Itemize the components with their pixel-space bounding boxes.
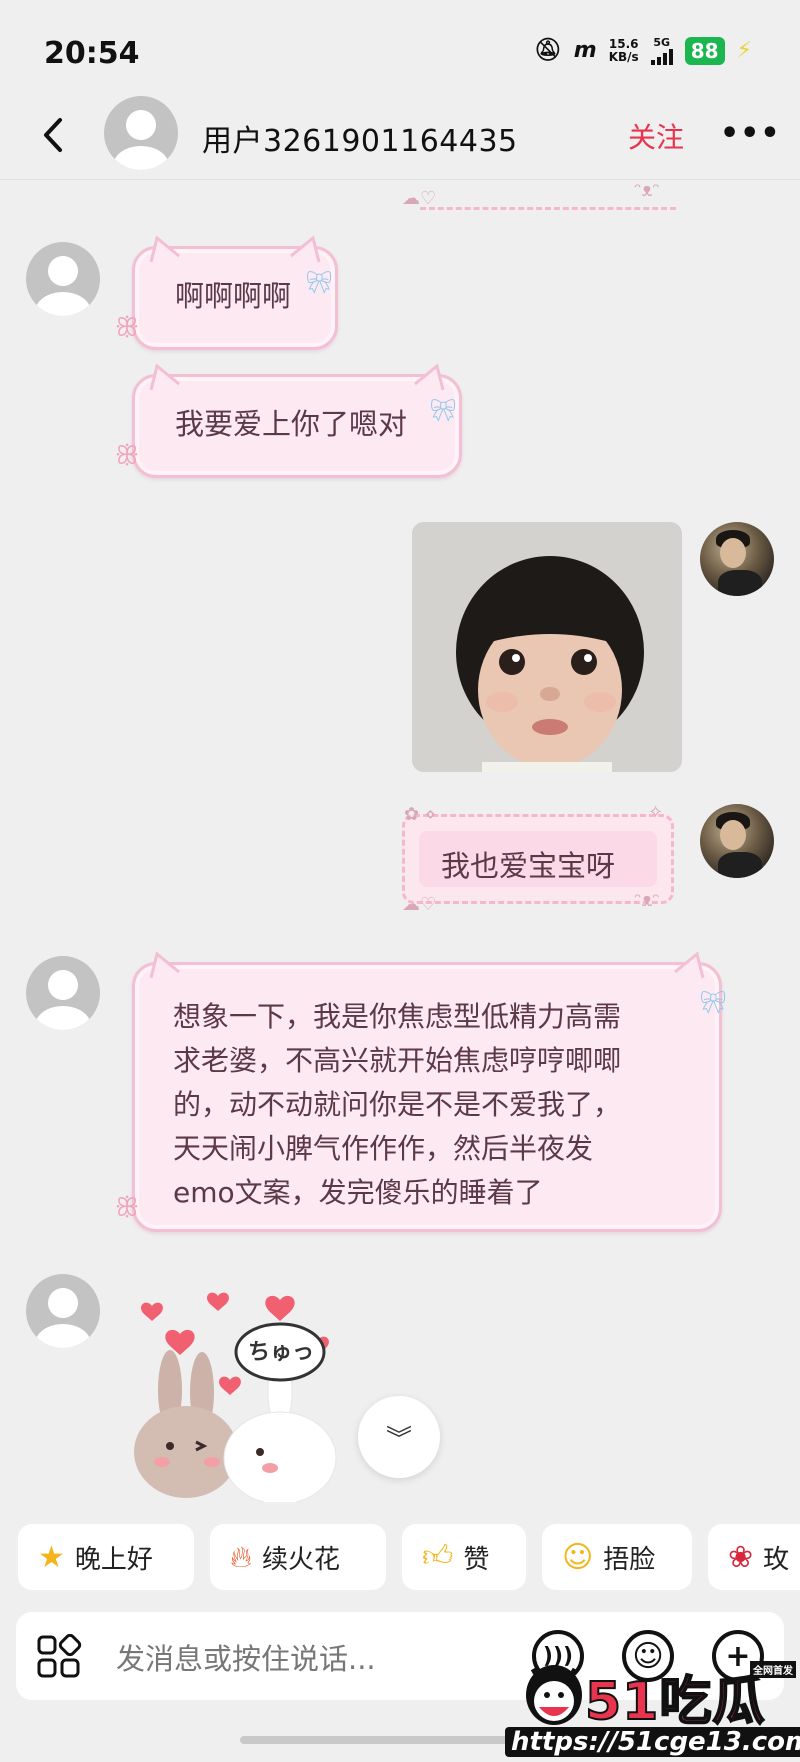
child-photo xyxy=(412,522,682,772)
apps-grid-icon[interactable] xyxy=(36,1633,82,1680)
quick-reply-chip[interactable]: ☺ 捂脸 xyxy=(542,1524,692,1590)
back-arrow-icon xyxy=(44,118,62,152)
thumbs-up-icon: 👍︎ xyxy=(422,1539,454,1574)
message-input[interactable]: 发消息或按住说话... xyxy=(116,1636,376,1678)
chat-header: 用户3261901164435 关注 ••• xyxy=(0,96,800,180)
message-text: 想象一下，我是你焦虑型低精力高需 求老婆，不高兴就开始焦虑哼哼唧唧 的，动不动就… xyxy=(173,995,621,1215)
network-type: 5G xyxy=(653,36,671,49)
sparkle-deco-icon: ✿ ⋄ xyxy=(404,804,437,825)
message-line: 求老婆，不高兴就开始焦虑哼哼唧唧 xyxy=(173,1044,622,1077)
watermark-url: https://51cge13.com xyxy=(505,1727,800,1757)
sender-avatar[interactable] xyxy=(26,1274,100,1348)
bow-deco-icon: 🎀︎ xyxy=(305,271,333,296)
quick-reply-label: 玫 xyxy=(763,1544,790,1575)
battery-icon: 88 xyxy=(684,36,725,65)
rose-icon: ❀ xyxy=(728,1539,754,1575)
back-button[interactable] xyxy=(34,110,74,160)
quick-reply-label: 续火花 xyxy=(262,1544,341,1575)
more-options-button[interactable]: ••• xyxy=(720,116,781,151)
watermark-logo: 51吃瓜 xyxy=(584,1671,766,1733)
quick-reply-chip[interactable]: ❀ 玫 xyxy=(708,1524,800,1590)
quick-reply-label: 捂脸 xyxy=(603,1544,656,1575)
ribbon-deco-icon: ꕥ xyxy=(115,1193,140,1223)
ribbon-deco-icon: ꕥ xyxy=(115,313,140,343)
sender-avatar[interactable] xyxy=(26,242,100,316)
bunny-deco-icon: ᵔᴥᵔ xyxy=(634,890,660,911)
watermelon-mascot-icon xyxy=(526,1665,582,1725)
nfc-icon: m xyxy=(573,38,597,63)
ribbon-deco-icon: ꕥ xyxy=(115,441,140,471)
status-icons: 🔕︎ m 15.6 KB/s 5G 88 ⚡︎ xyxy=(534,36,752,65)
watermark-tag: 全网首发 xyxy=(750,1661,796,1678)
scroll-to-bottom-button[interactable]: ︾ xyxy=(358,1396,440,1478)
sticker-message[interactable]: ちゅっ xyxy=(130,1282,390,1505)
sparkle-deco-icon: ✧ xyxy=(648,802,664,823)
fire-icon: 🔥︎ xyxy=(230,1539,253,1575)
quick-reply-chip[interactable]: ★ 晚上好 xyxy=(18,1524,194,1590)
quick-reply-bar: ★ 晚上好 🔥︎ 续火花 👍︎ 赞 ☺ 捂脸 ❀ 玫 xyxy=(18,1524,800,1590)
message-line: 天天闹小脾气作作作，然后半夜发 xyxy=(173,1132,594,1165)
contact-name[interactable]: 用户3261901164435 xyxy=(202,116,518,160)
bunny-kiss-sticker xyxy=(134,1292,337,1505)
mute-bell-icon: 🔕︎ xyxy=(533,38,562,63)
message-text: 啊啊啊啊 xyxy=(175,279,292,313)
cloud-deco-icon: ☁︎♡ xyxy=(402,188,437,209)
message-text: 我也爱宝宝呀 xyxy=(441,849,616,883)
star-face-icon: ★ xyxy=(38,1539,65,1575)
status-bar: 20:54 🔕︎ m 15.6 KB/s 5G 88 ⚡︎ xyxy=(0,0,800,100)
bunny-deco-icon: ᵔᴥᵔ xyxy=(634,180,660,201)
image-message[interactable] xyxy=(412,522,682,772)
quick-reply-chip[interactable]: 👍︎ 赞 xyxy=(402,1524,526,1590)
network-speed-unit: KB/s xyxy=(608,49,639,64)
contact-avatar[interactable] xyxy=(104,96,178,170)
message-bubble[interactable]: 🎀︎ ꕥ 我要爱上你了嗯对 xyxy=(115,363,462,478)
message-text: 我要爱上你了嗯对 xyxy=(175,407,408,441)
quick-reply-chip[interactable]: 🔥︎ 续火花 xyxy=(210,1524,386,1590)
sender-avatar[interactable] xyxy=(26,956,100,1030)
message-line: emo文案，发完傻乐的睡着了 xyxy=(173,1176,543,1209)
quick-reply-label: 赞 xyxy=(463,1544,490,1575)
message-bubble[interactable]: 🎀︎ ꕥ 啊啊啊啊 xyxy=(115,235,338,350)
double-chevron-down-icon: ︾ xyxy=(385,1424,412,1455)
message-line: 的，动不动就问你是不是不爱我了， xyxy=(173,1088,622,1121)
my-avatar[interactable] xyxy=(700,804,774,878)
status-time: 20:54 xyxy=(44,36,140,71)
bow-deco-icon: 🎀︎ xyxy=(699,991,727,1016)
charging-icon: ⚡︎ xyxy=(736,38,752,63)
follow-button[interactable]: 关注 xyxy=(628,116,684,156)
signal-icon: 5G xyxy=(650,36,673,65)
facepalm-icon: ☺ xyxy=(562,1539,594,1575)
network-speed-value: 15.6 xyxy=(608,36,639,51)
sticker-text: ちゅっ xyxy=(248,1340,315,1365)
message-line: 想象一下，我是你焦虑型低精力高需 xyxy=(173,1000,622,1033)
watermark: 51吃瓜 全网首发 https://51cge13.com xyxy=(505,1655,800,1762)
message-bubble[interactable]: 🎀︎ ꕥ 想象一下，我是你焦虑型低精力高需 求老婆，不高兴就开始焦虑哼哼唧唧 的… xyxy=(115,951,727,1232)
my-avatar[interactable] xyxy=(700,522,774,596)
cloud-deco-icon: ☁︎♡ xyxy=(402,894,437,915)
quick-reply-label: 晚上好 xyxy=(74,1544,153,1575)
bow-deco-icon: 🎀︎ xyxy=(429,399,457,424)
network-speed: 15.6 KB/s xyxy=(608,36,639,64)
